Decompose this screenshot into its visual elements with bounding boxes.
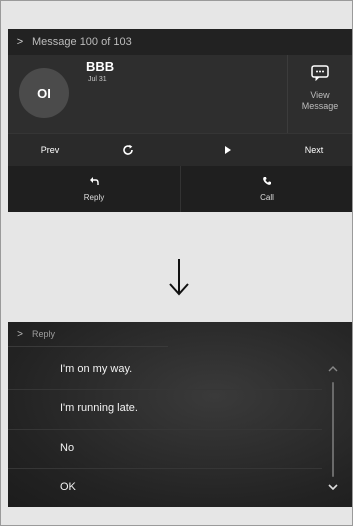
view-message-button[interactable]: View Message: [287, 55, 352, 133]
call-label: Call: [260, 193, 274, 202]
chevron-right-icon[interactable]: >: [8, 329, 32, 340]
reply-title: Reply: [32, 329, 56, 339]
reply-option-label: I'm running late.: [60, 402, 138, 414]
message-icon: [311, 65, 329, 82]
reply-screen: > Reply I'm on my way. I'm running late.…: [8, 322, 352, 507]
message-actions: Reply Call: [8, 166, 352, 212]
avatar-initials: OI: [37, 85, 51, 101]
message-header[interactable]: > Message 100 of 103: [8, 29, 352, 55]
message-counter: Message 100 of 103: [32, 36, 132, 48]
scroll-up-button[interactable]: [326, 364, 340, 374]
refresh-button[interactable]: [108, 134, 148, 166]
arrow-down-icon: [169, 259, 189, 296]
playback-controls: Prev Next: [8, 133, 352, 166]
reply-option-label: No: [60, 442, 75, 454]
reply-icon: [90, 177, 99, 185]
reply-option[interactable]: No: [8, 429, 322, 466]
chevron-right-icon[interactable]: >: [8, 36, 32, 48]
avatar: OI: [19, 68, 69, 118]
scrollbar[interactable]: [332, 382, 334, 477]
phone-icon: [263, 177, 271, 185]
reply-option[interactable]: I'm on my way.: [8, 350, 322, 387]
chevron-up-icon: [328, 366, 338, 372]
call-button[interactable]: Call: [180, 166, 352, 212]
reply-option-label: OK: [60, 481, 76, 493]
next-label: Next: [304, 145, 324, 155]
prev-label: Prev: [40, 145, 60, 155]
reply-button[interactable]: Reply: [8, 166, 180, 212]
play-icon: [225, 146, 231, 154]
prev-button[interactable]: Prev: [24, 134, 76, 166]
reply-option-label: I'm on my way.: [60, 362, 133, 375]
message-summary: OI BBB Jul 31 View Message: [8, 55, 352, 133]
scroll-down-button[interactable]: [326, 482, 340, 492]
reply-option[interactable]: OK: [8, 468, 322, 505]
play-button[interactable]: [208, 134, 248, 166]
message-date: Jul 31: [88, 76, 107, 83]
refresh-icon: [123, 144, 133, 155]
reply-label: Reply: [83, 193, 105, 202]
sender-name: BBB: [86, 59, 115, 74]
view-message-label: View Message: [301, 90, 339, 111]
next-button[interactable]: Next: [288, 134, 340, 166]
message-screen: > Message 100 of 103 OI BBB Jul 31 View …: [8, 29, 352, 212]
reply-header[interactable]: > Reply: [8, 322, 168, 347]
reply-option[interactable]: I'm running late.: [8, 389, 322, 426]
chevron-down-icon: [328, 484, 338, 490]
